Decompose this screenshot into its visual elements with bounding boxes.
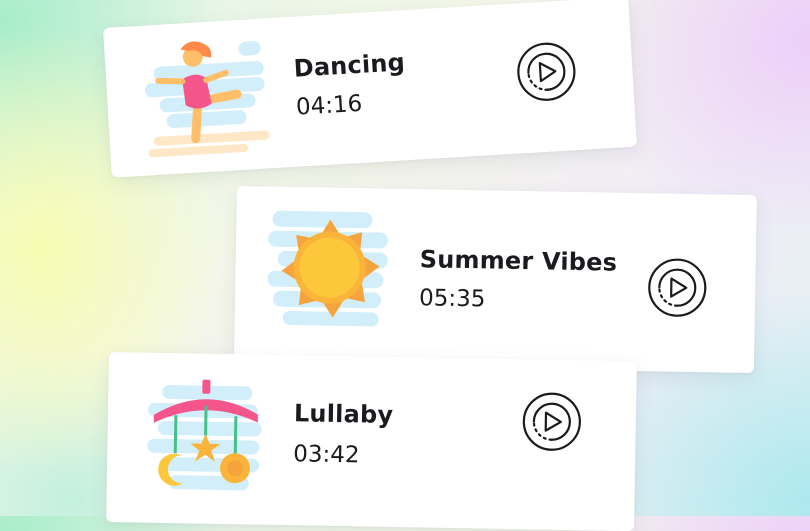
track-duration: 05:35 — [418, 285, 486, 313]
track-card-dancing[interactable]: Dancing 04:16 — [103, 0, 637, 178]
track-title: Summer Vibes — [419, 245, 618, 277]
play-button[interactable] — [521, 391, 582, 452]
sun-icon — [266, 207, 392, 333]
track-card-summer-vibes[interactable]: Summer Vibes 05:35 — [233, 186, 757, 374]
track-card-lullaby[interactable]: Lullaby 03:42 — [106, 352, 637, 531]
play-icon — [522, 392, 581, 451]
dancing-girl-icon — [142, 30, 279, 165]
play-icon — [648, 258, 707, 317]
track-title: Dancing — [292, 48, 406, 83]
play-button[interactable] — [647, 257, 708, 318]
baby-mobile-icon — [146, 375, 268, 501]
play-icon — [517, 42, 576, 101]
play-button[interactable] — [515, 40, 578, 103]
track-title: Lullaby — [293, 399, 394, 429]
track-duration: 04:16 — [295, 90, 364, 121]
track-duration: 03:42 — [293, 441, 360, 469]
